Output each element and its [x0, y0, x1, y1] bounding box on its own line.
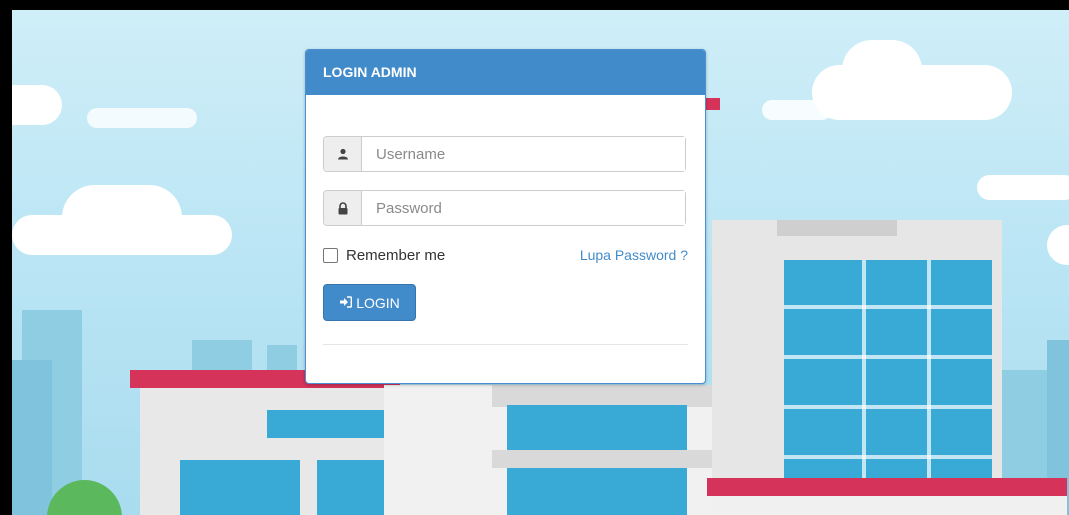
login-button[interactable]: LOGIN	[323, 284, 416, 321]
lock-icon	[324, 191, 362, 225]
remember-me[interactable]: Remember me	[323, 247, 445, 264]
forgot-password-link[interactable]: Lupa Password ?	[580, 247, 688, 263]
sign-in-icon	[339, 295, 353, 311]
login-button-label: LOGIN	[356, 294, 400, 311]
username-field[interactable]	[323, 136, 686, 172]
password-field[interactable]	[323, 190, 686, 226]
username-input[interactable]	[362, 137, 685, 171]
password-input[interactable]	[362, 191, 685, 225]
remember-label: Remember me	[346, 247, 446, 264]
login-panel: LOGIN ADMIN Remember me Lupa Password ? …	[305, 49, 706, 384]
panel-title: LOGIN ADMIN	[306, 50, 705, 95]
user-icon	[324, 137, 362, 171]
panel-divider	[323, 344, 688, 345]
remember-checkbox[interactable]	[323, 248, 338, 263]
